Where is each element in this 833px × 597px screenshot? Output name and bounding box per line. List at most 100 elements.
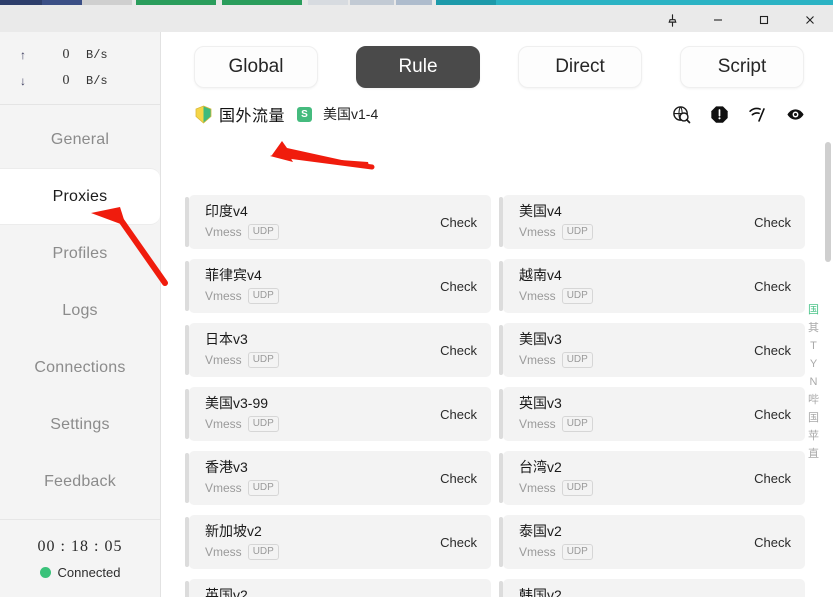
udp-badge: UDP [562, 480, 593, 496]
alphabet-index-strip: 国 其 T Y N 哔 国 苹 直 [808, 304, 819, 461]
proxy-check-button[interactable]: Check [754, 535, 791, 550]
proxy-type: Vmess [519, 289, 556, 303]
proxy-name: 美国v3 [519, 332, 593, 347]
udp-badge: UDP [248, 224, 279, 240]
index-item[interactable]: 直 [808, 448, 819, 461]
tab-label: Script [718, 56, 767, 78]
eye-icon[interactable] [786, 105, 805, 124]
sidebar-item-general[interactable]: General [0, 111, 160, 168]
pin-icon[interactable] [649, 8, 695, 32]
proxy-check-button[interactable]: Check [440, 343, 477, 358]
upload-speed-unit: B/s [86, 48, 108, 62]
sidebar-nav: General Proxies Profiles Logs Connection… [0, 105, 160, 510]
tab-script[interactable]: Script [680, 46, 804, 88]
proxy-type: Vmess [205, 353, 242, 367]
proxy-type: Vmess [519, 545, 556, 559]
proxy-card[interactable]: 英国v2VmessUDPCheck [189, 579, 491, 597]
proxy-card[interactable]: 美国v3-99VmessUDPCheck [189, 387, 491, 441]
index-item[interactable]: Y [810, 358, 817, 371]
globe-search-icon[interactable] [672, 105, 691, 124]
proxy-card[interactable]: 韩国v2VmessUDPCheck [503, 579, 805, 597]
proxy-card[interactable]: 日本v3 Vmess UDP Check [189, 323, 491, 377]
signal-icon[interactable] [748, 105, 767, 124]
group-type-badge: S [297, 107, 312, 122]
status-text: Connected [58, 565, 121, 580]
proxy-check-button[interactable]: Check [754, 215, 791, 230]
proxy-card[interactable]: 美国v4 Vmess UDP Check [503, 195, 805, 249]
proxy-name: 台湾v2 [519, 460, 593, 475]
download-arrow-icon: ↓ [0, 74, 46, 88]
proxy-check-button[interactable]: Check [754, 407, 791, 422]
proxy-check-button[interactable]: Check [754, 471, 791, 486]
udp-badge: UDP [248, 288, 279, 304]
proxy-check-button[interactable]: Check [440, 535, 477, 550]
udp-badge: UDP [248, 352, 279, 368]
index-item[interactable]: 国 [808, 304, 819, 317]
download-speed-unit: B/s [86, 74, 108, 88]
sidebar-item-connections[interactable]: Connections [0, 339, 160, 396]
proxy-check-button[interactable]: Check [440, 471, 477, 486]
tab-rule[interactable]: Rule [356, 46, 480, 88]
index-item[interactable]: 其 [808, 322, 819, 335]
proxy-card[interactable]: 新加坡v2VmessUDPCheck [189, 515, 491, 569]
proxy-type: Vmess [519, 225, 556, 239]
proxy-group-name[interactable]: 国外流量 [219, 102, 285, 126]
proxy-check-button[interactable]: Check [440, 279, 477, 294]
proxy-check-button[interactable]: Check [440, 407, 477, 422]
sidebar-item-settings[interactable]: Settings [0, 396, 160, 453]
index-item[interactable]: 哔 [808, 394, 819, 407]
vertical-scrollbar[interactable] [825, 132, 831, 597]
proxy-card[interactable]: 香港v3VmessUDPCheck [189, 451, 491, 505]
udp-badge: UDP [248, 416, 279, 432]
selected-proxy-label: 美国v1-4 [323, 104, 378, 124]
proxy-type: Vmess [519, 353, 556, 367]
maximize-icon[interactable] [741, 8, 787, 32]
udp-badge: UDP [248, 544, 279, 560]
proxy-card-grid: 印度v4VmessUDPCheck 美国v4VmessUDPCheck 菲律宾v… [161, 187, 833, 597]
proxy-card[interactable]: 菲律宾v4VmessUDPCheck [189, 259, 491, 313]
proxy-name: 美国v4 [519, 204, 593, 219]
shield-badge-icon [195, 105, 212, 124]
scrollbar-thumb[interactable] [825, 142, 831, 262]
sidebar-item-profiles[interactable]: Profiles [0, 225, 160, 282]
proxy-check-button[interactable]: Check [754, 343, 791, 358]
sidebar: ↑ 0 B/s ↓ 0 B/s General Proxies Profiles… [0, 32, 161, 597]
proxy-card[interactable]: 泰国v2VmessUDPCheck [503, 515, 805, 569]
proxy-card[interactable]: 英国v3VmessUDPCheck [503, 387, 805, 441]
status-badge: Connected [40, 565, 121, 580]
proxy-check-button[interactable]: Check [754, 279, 791, 294]
proxy-card[interactable]: 越南v4VmessUDPCheck [503, 259, 805, 313]
proxy-type: Vmess [205, 225, 242, 239]
proxy-card[interactable]: 印度v4VmessUDPCheck [189, 195, 491, 249]
tab-label: Global [229, 56, 284, 78]
minimize-icon[interactable] [695, 8, 741, 32]
proxy-name: 菲律宾v4 [205, 268, 279, 283]
proxy-check-button[interactable]: Check [440, 215, 477, 230]
proxy-type: Vmess [519, 481, 556, 495]
connection-status-panel: 00 : 18 : 05 Connected [0, 519, 160, 597]
desktop-background-strip [0, 0, 833, 8]
proxy-name: 泰国v2 [519, 524, 593, 539]
index-item[interactable]: 苹 [808, 430, 819, 443]
index-item[interactable]: 国 [808, 412, 819, 425]
tab-direct[interactable]: Direct [518, 46, 642, 88]
alert-octagon-icon[interactable] [710, 105, 729, 124]
mode-tabs: Global Rule Direct Script [161, 32, 833, 88]
download-speed-value: 0 [46, 73, 86, 89]
proxy-type: Vmess [205, 417, 242, 431]
proxy-name: 越南v4 [519, 268, 593, 283]
proxy-card[interactable]: 美国v3VmessUDPCheck [503, 323, 805, 377]
sidebar-item-logs[interactable]: Logs [0, 282, 160, 339]
tab-global[interactable]: Global [194, 46, 318, 88]
sidebar-item-label: General [51, 131, 109, 149]
upload-arrow-icon: ↑ [0, 48, 46, 62]
proxy-card[interactable]: 台湾v2 Vmess UDP Check [503, 451, 805, 505]
index-item[interactable]: N [810, 376, 818, 389]
close-icon[interactable] [787, 8, 833, 32]
proxy-name: 日本v3 [205, 332, 279, 347]
upload-speed-row: ↑ 0 B/s [0, 42, 160, 68]
sidebar-item-feedback[interactable]: Feedback [0, 453, 160, 510]
sidebar-item-proxies[interactable]: Proxies [0, 168, 160, 225]
index-item[interactable]: T [810, 340, 817, 353]
udp-badge: UDP [562, 224, 593, 240]
